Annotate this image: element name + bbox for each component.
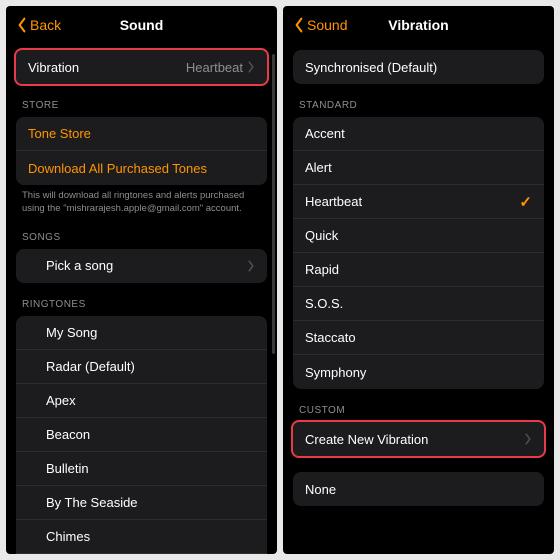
none-label: None [305, 482, 532, 497]
standard-vibration-label: S.O.S. [305, 296, 532, 311]
none-group: None [293, 472, 544, 506]
chevron-left-icon [16, 17, 28, 33]
store-footer: This will download all ringtones and ale… [16, 185, 267, 216]
sync-row[interactable]: Synchronised (Default) [293, 50, 544, 84]
nav-bar: Back Sound [6, 6, 277, 44]
ringtone-label: Bulletin [28, 461, 255, 476]
songs-group: SONGS Pick a song [16, 232, 267, 283]
standard-vibration-label: Symphony [305, 365, 532, 380]
store-group: STORE Tone Store Download All Purchased … [16, 100, 267, 216]
custom-header: CUSTOM [293, 405, 544, 422]
ringtone-row[interactable]: Radar (Default) [16, 350, 267, 384]
standard-vibration-label: Alert [305, 160, 532, 175]
back-button[interactable]: Back [16, 17, 61, 33]
nav-bar: Sound Vibration [283, 6, 554, 44]
ringtone-row[interactable]: By The Seaside [16, 486, 267, 520]
chevron-left-icon [293, 17, 305, 33]
custom-group: CUSTOM Create New Vibration [293, 405, 544, 456]
phone-left: Back Sound Vibration Heartbeat STORE Ton… [6, 6, 277, 554]
vibration-value: Heartbeat [186, 60, 243, 75]
ringtones-group: RINGTONES My Song Radar (Default) Apex Beac… [16, 299, 267, 554]
standard-vibration-row[interactable]: Accent [293, 117, 544, 151]
standard-vibration-label: Heartbeat [305, 194, 519, 209]
standard-vibration-label: Staccato [305, 330, 532, 345]
ringtone-row[interactable]: My Song [16, 316, 267, 350]
ringtone-label: Beacon [28, 427, 255, 442]
standard-group: STANDARD Accent Alert Heartbeat✓ Quick Rapid… [293, 100, 544, 389]
standard-list: Accent Alert Heartbeat✓ Quick Rapid S.O.S. Sta… [293, 117, 544, 389]
store-header: STORE [16, 100, 267, 117]
pick-song-label: Pick a song [28, 258, 247, 273]
create-new-vibration-row[interactable]: Create New Vibration [293, 422, 544, 456]
standard-vibration-row[interactable]: S.O.S. [293, 287, 544, 321]
download-all-label: Download All Purchased Tones [28, 161, 207, 176]
vibration-row[interactable]: Vibration Heartbeat [16, 50, 267, 84]
standard-vibration-label: Rapid [305, 262, 532, 277]
standard-vibration-row[interactable]: Staccato [293, 321, 544, 355]
standard-vibration-row[interactable]: Quick [293, 219, 544, 253]
chevron-right-icon [247, 61, 255, 73]
chevron-right-icon [247, 260, 255, 272]
songs-header: SONGS [16, 232, 267, 249]
ringtone-label: Chimes [28, 529, 255, 544]
ringtone-label: By The Seaside [28, 495, 255, 510]
phone-right: Sound Vibration Synchronised (Default) S… [283, 6, 554, 554]
screenshot-pair: Back Sound Vibration Heartbeat STORE Ton… [0, 0, 560, 560]
vibration-label: Vibration [28, 60, 186, 75]
download-all-row[interactable]: Download All Purchased Tones [16, 151, 267, 185]
ringtones-list: My Song Radar (Default) Apex Beacon Bulletin… [16, 316, 267, 554]
ringtone-label: Radar (Default) [28, 359, 255, 374]
standard-vibration-row[interactable]: Heartbeat✓ [293, 185, 544, 219]
ringtone-row[interactable]: Bulletin [16, 452, 267, 486]
tone-store-row[interactable]: Tone Store [16, 117, 267, 151]
pick-song-row[interactable]: Pick a song [16, 249, 267, 283]
ringtone-label: My Song [28, 325, 255, 340]
ringtone-row[interactable]: Apex [16, 384, 267, 418]
standard-vibration-row[interactable]: Alert [293, 151, 544, 185]
ringtones-header: RINGTONES [16, 299, 267, 316]
create-new-label: Create New Vibration [305, 432, 524, 447]
scroll-area: Synchronised (Default) STANDARD Accent Al… [283, 44, 554, 554]
ringtone-row[interactable]: Chimes [16, 520, 267, 554]
standard-vibration-row[interactable]: Rapid [293, 253, 544, 287]
back-label: Back [30, 17, 61, 33]
standard-header: STANDARD [293, 100, 544, 117]
tone-store-label: Tone Store [28, 126, 91, 141]
checkmark-icon: ✓ [519, 193, 532, 211]
scroll-area: Vibration Heartbeat STORE Tone Store Dow… [6, 44, 277, 554]
scrollbar[interactable] [272, 54, 275, 354]
ringtone-label: Apex [28, 393, 255, 408]
back-label: Sound [307, 17, 347, 33]
standard-vibration-label: Quick [305, 228, 532, 243]
standard-vibration-label: Accent [305, 126, 532, 141]
sync-label: Synchronised (Default) [305, 60, 532, 75]
back-button[interactable]: Sound [293, 17, 347, 33]
chevron-right-icon [524, 433, 532, 445]
standard-vibration-row[interactable]: Symphony [293, 355, 544, 389]
none-row[interactable]: None [293, 472, 544, 506]
ringtone-row[interactable]: Beacon [16, 418, 267, 452]
